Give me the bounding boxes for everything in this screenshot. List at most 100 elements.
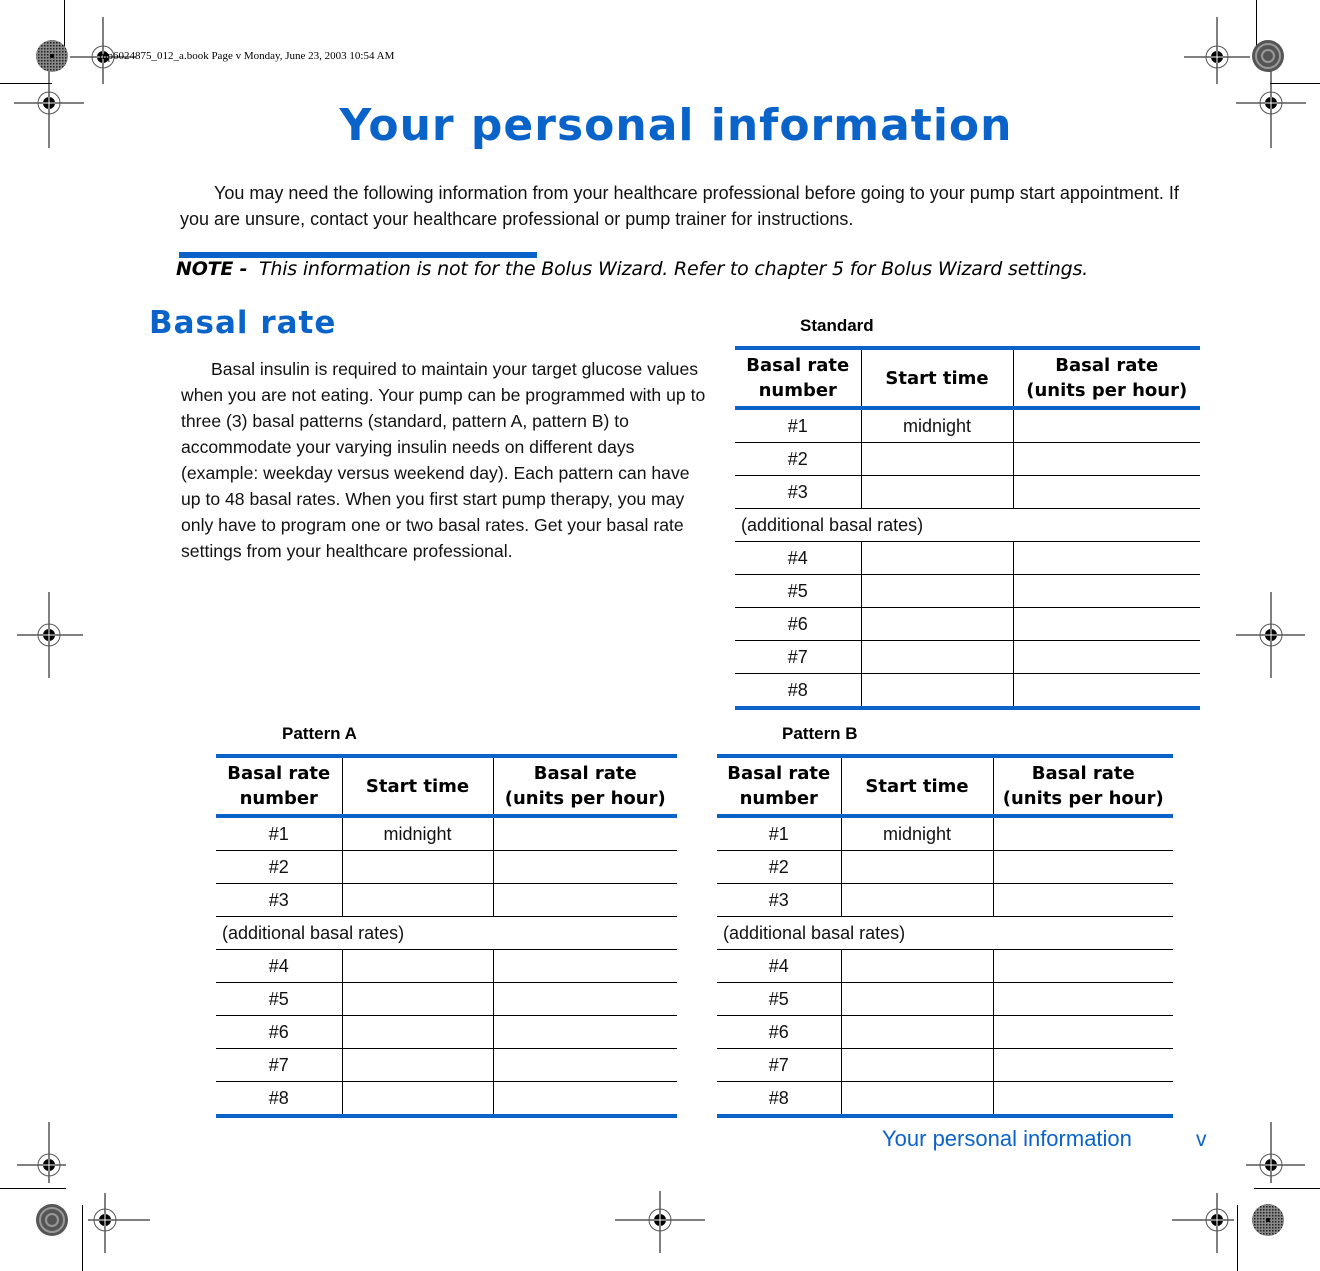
table-row: #8	[735, 673, 1200, 710]
table-row: #4	[216, 949, 677, 983]
header-basal-rate: Basal rate (units per hour)	[992, 754, 1173, 818]
rate-number-cell: #7	[717, 1048, 841, 1082]
header-text: Basal rate	[727, 763, 831, 784]
basal-rate-cell[interactable]	[1012, 574, 1200, 608]
rate-number-cell: #8	[216, 1081, 342, 1118]
rate-number-cell: #4	[735, 541, 861, 575]
header-basal-rate: Basal rate (units per hour)	[1012, 346, 1200, 410]
start-time-cell[interactable]	[840, 1015, 993, 1049]
header-text: number	[758, 380, 837, 401]
start-time-cell[interactable]	[860, 640, 1013, 674]
basal-rate-cell[interactable]	[492, 949, 677, 983]
rate-number-cell: #6	[717, 1015, 841, 1049]
table-row: #8	[216, 1081, 677, 1118]
basal-rate-cell[interactable]	[492, 850, 677, 884]
basal-rate-cell[interactable]	[992, 816, 1173, 851]
header-text: (units per hour)	[504, 788, 666, 809]
additional-rates-label: (additional basal rates)	[216, 916, 677, 950]
table-row: #7	[216, 1048, 677, 1082]
header-rate-number: Basal rate number	[735, 346, 861, 410]
basal-rate-cell[interactable]	[992, 850, 1173, 884]
start-time-cell[interactable]: midnight	[860, 408, 1013, 443]
table-row: #3	[717, 883, 1173, 917]
rate-number-cell: #1	[735, 408, 861, 443]
header-text: (units per hour)	[1002, 788, 1164, 809]
basal-rate-cell[interactable]	[992, 1015, 1173, 1049]
basal-rate-cell[interactable]	[1012, 673, 1200, 710]
start-time-cell[interactable]	[840, 982, 993, 1016]
header-rate-number: Basal rate number	[717, 754, 841, 818]
header-text: number	[239, 788, 318, 809]
rate-number-cell: #2	[717, 850, 841, 884]
basal-rate-cell[interactable]	[492, 1015, 677, 1049]
rate-number-cell: #6	[216, 1015, 342, 1049]
table-row: #6	[735, 607, 1200, 641]
start-time-cell[interactable]	[341, 883, 493, 917]
crosshair-registration-icon	[60, 1175, 150, 1265]
start-time-cell[interactable]: midnight	[341, 816, 493, 851]
start-time-cell[interactable]	[860, 574, 1013, 608]
table-row: #7	[717, 1048, 1173, 1082]
start-time-cell[interactable]	[840, 1048, 993, 1082]
rate-number-cell: #1	[717, 816, 841, 851]
basal-rate-cell[interactable]	[492, 883, 677, 917]
start-time-cell[interactable]	[341, 1048, 493, 1082]
header-start-time: Start time	[860, 346, 1013, 410]
start-time-cell[interactable]	[840, 1081, 993, 1118]
basal-rate-cell[interactable]	[492, 1048, 677, 1082]
start-time-cell[interactable]	[860, 442, 1013, 476]
start-time-cell[interactable]	[860, 673, 1013, 710]
rate-number-cell: #5	[735, 574, 861, 608]
start-time-cell[interactable]	[840, 850, 993, 884]
start-time-cell[interactable]	[860, 607, 1013, 641]
start-time-cell[interactable]: midnight	[840, 816, 993, 851]
rate-number-cell: #5	[717, 982, 841, 1016]
crosshair-registration-icon	[615, 1175, 705, 1265]
start-time-cell[interactable]	[860, 475, 1013, 509]
table-label-pattern-b: Pattern B	[782, 724, 858, 743]
basal-rate-cell[interactable]	[992, 883, 1173, 917]
star-target-icon	[1251, 39, 1285, 73]
basal-rate-cell[interactable]	[992, 949, 1173, 983]
start-time-cell[interactable]	[341, 1081, 493, 1118]
table-row: #5	[717, 982, 1173, 1016]
pattern-b-basal-table: Basal rate number Start time Basal rate (u…	[717, 754, 1173, 1118]
basal-rate-cell[interactable]	[492, 982, 677, 1016]
basal-rate-cell[interactable]	[492, 1081, 677, 1118]
table-row: #8	[717, 1081, 1173, 1118]
start-time-cell[interactable]	[860, 541, 1013, 575]
basal-rate-cell[interactable]	[992, 982, 1173, 1016]
basal-rate-cell[interactable]	[1012, 541, 1200, 575]
basal-rate-cell[interactable]	[1012, 408, 1200, 443]
table-row: #7	[735, 640, 1200, 674]
basal-rate-cell[interactable]	[1012, 607, 1200, 641]
section-paragraph-text: Basal insulin is required to maintain yo…	[181, 359, 706, 561]
start-time-cell[interactable]	[840, 883, 993, 917]
start-time-cell[interactable]	[341, 850, 493, 884]
section-paragraph: Basal insulin is required to maintain yo…	[181, 356, 713, 564]
start-time-cell[interactable]	[341, 1015, 493, 1049]
start-time-cell[interactable]	[341, 949, 493, 983]
basal-rate-cell[interactable]	[992, 1048, 1173, 1082]
rate-number-cell: #7	[216, 1048, 342, 1082]
table-row: #2	[735, 442, 1200, 476]
rate-number-cell: #8	[735, 673, 861, 710]
crosshair-registration-icon	[1226, 590, 1316, 680]
note: NOTE - This information is not for the B…	[176, 258, 1088, 280]
rate-number-cell: #2	[735, 442, 861, 476]
basal-rate-cell[interactable]	[1012, 475, 1200, 509]
print-slug: mp6024875_012_a.book Page v Monday, June…	[99, 50, 395, 62]
note-text: This information is not for the Bolus Wi…	[258, 258, 1089, 280]
basal-rate-cell[interactable]	[492, 816, 677, 851]
start-time-cell[interactable]	[840, 949, 993, 983]
start-time-cell[interactable]	[341, 982, 493, 1016]
table-label-standard: Standard	[800, 316, 874, 335]
basal-rate-cell[interactable]	[1012, 640, 1200, 674]
crosshair-registration-icon	[4, 590, 94, 680]
table-row: #1 midnight	[735, 408, 1200, 443]
table-header-row: Basal rate number Start time Basal rate (u…	[735, 346, 1200, 410]
rate-number-cell: #3	[717, 883, 841, 917]
basal-rate-cell[interactable]	[992, 1081, 1173, 1118]
crosshair-registration-icon	[1172, 1175, 1262, 1265]
basal-rate-cell[interactable]	[1012, 442, 1200, 476]
